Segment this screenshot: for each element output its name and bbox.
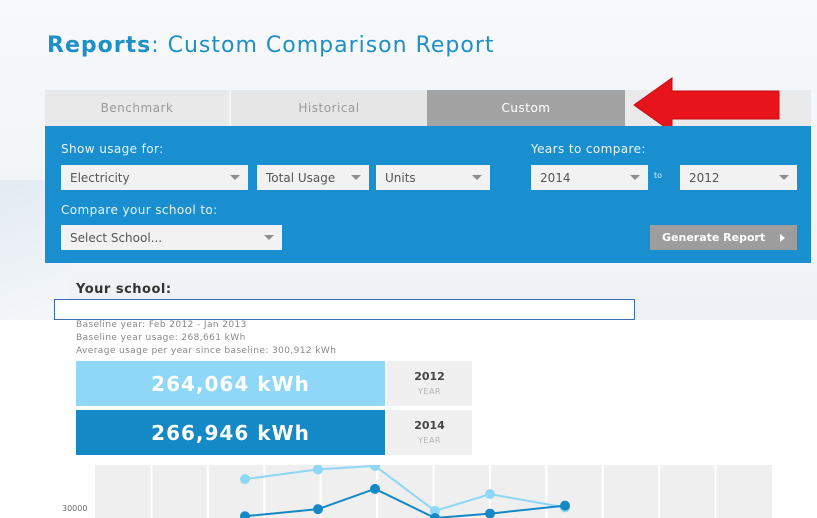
series-point-0-2[interactable] [370, 465, 380, 471]
units-select[interactable]: Units [376, 165, 490, 190]
your-school-heading: Your school: [76, 282, 172, 297]
usage-value-2012: 264,064 kWh [76, 361, 385, 406]
average-usage-text: Average usage per year since baseline: 3… [76, 346, 337, 356]
tab-benchmark[interactable]: Benchmark [45, 90, 229, 126]
year-2012: 2012 [414, 370, 445, 383]
series-point-0-0[interactable] [240, 474, 250, 485]
series-point-1-1[interactable] [313, 504, 323, 515]
school-select[interactable]: Select School... [61, 225, 282, 250]
year-box-2014: 2014 YEAR [387, 410, 472, 455]
school-select-value: Select School... [70, 230, 163, 245]
energy-type-value: Electricity [70, 170, 130, 185]
page-title: Reports: Custom Comparison Report [47, 33, 495, 58]
to-label: to [654, 171, 663, 180]
usage-type-select[interactable]: Total Usage [257, 165, 369, 190]
compare-label: Compare your school to: [61, 203, 218, 217]
chevron-down-icon [779, 175, 789, 180]
y-axis-tick: 30000 [62, 504, 88, 513]
usage-type-value: Total Usage [266, 170, 336, 185]
page-title-rest: : Custom Comparison Report [151, 33, 495, 58]
chevron-down-icon [351, 175, 361, 180]
year-from-select[interactable]: 2014 [531, 165, 648, 190]
school-name-field[interactable] [54, 299, 635, 320]
series-point-1-4[interactable] [485, 508, 495, 518]
year-caption: YEAR [418, 387, 441, 396]
tab-historical[interactable]: Historical [229, 90, 427, 126]
series-point-0-4[interactable] [485, 489, 495, 500]
chevron-down-icon [264, 235, 274, 240]
generate-report-button[interactable]: Generate Report [650, 225, 797, 250]
chevron-down-icon [630, 175, 640, 180]
usage-value-2014: 266,946 kWh [76, 410, 385, 455]
year-from-value: 2014 [540, 170, 571, 185]
filter-panel: Show usage for: Years to compare: Electr… [45, 126, 811, 263]
series-line-1 [244, 487, 566, 518]
series-point-1-5[interactable] [560, 500, 570, 511]
generate-report-label: Generate Report [662, 231, 766, 244]
baseline-usage-text: Baseline year usage: 268,661 kWh [76, 333, 246, 343]
year-2014: 2014 [414, 419, 445, 432]
year-box-2012: 2012 YEAR [387, 361, 472, 406]
series-point-1-0[interactable] [240, 511, 250, 518]
chevron-down-icon [472, 175, 482, 180]
series-point-1-2[interactable] [370, 483, 380, 494]
units-value: Units [385, 170, 416, 185]
energy-type-select[interactable]: Electricity [61, 165, 248, 190]
year-to-value: 2012 [689, 170, 720, 185]
year-to-select[interactable]: 2012 [680, 165, 797, 190]
show-usage-label: Show usage for: [61, 142, 164, 156]
chevron-down-icon [230, 175, 240, 180]
years-label: Years to compare: [531, 142, 646, 156]
year-caption: YEAR [418, 436, 441, 445]
baseline-year-text: Baseline year: Feb 2012 - Jan 2013 [76, 320, 247, 330]
play-icon [780, 234, 785, 242]
usage-chart-svg [150, 465, 717, 518]
page-title-bold: Reports [47, 33, 152, 58]
usage-chart [95, 465, 772, 518]
tab-custom[interactable]: Custom [427, 90, 625, 126]
